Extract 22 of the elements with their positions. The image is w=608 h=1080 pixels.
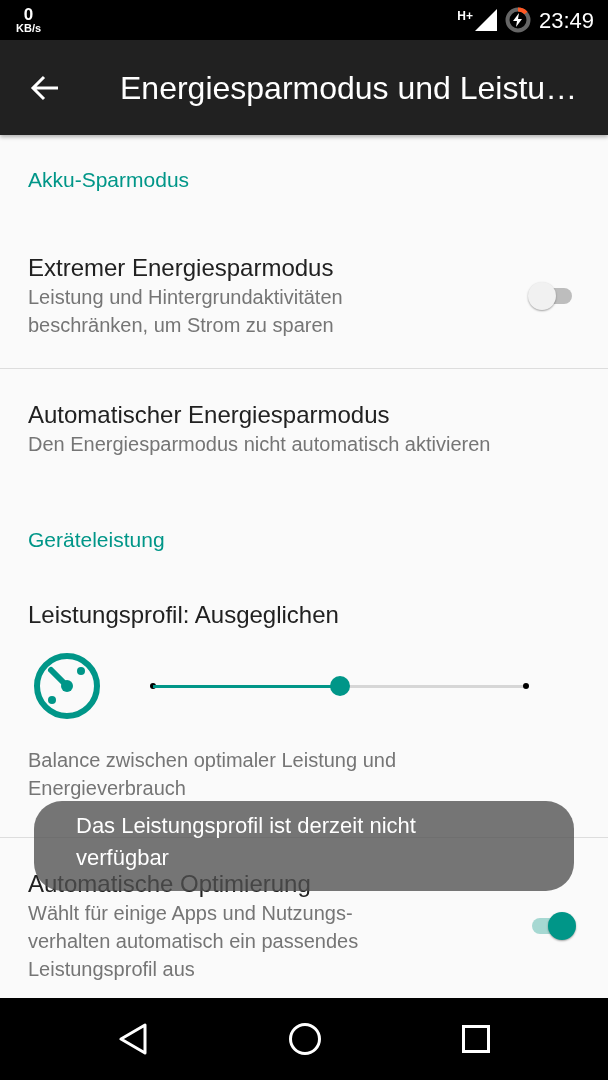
back-icon[interactable] (118, 1023, 148, 1055)
clock: 23:49 (538, 6, 594, 35)
setting-title: Extremer Energiesparmodus (28, 253, 335, 283)
recents-icon[interactable] (462, 1025, 490, 1053)
profile-slider[interactable] (153, 674, 526, 698)
setting-summary: Wählt für einige Apps und Nutzungs-verhalten automatisch ein passendes Leistungsprofil aus (28, 901, 360, 982)
network-speed-unit: KB/s (16, 23, 42, 34)
toolbar-title: Energiesparmodus und Leistu… (120, 68, 578, 108)
network-speed: 0 (22, 6, 35, 23)
battery-charging-icon (504, 7, 531, 33)
network-type: H+ (457, 9, 473, 22)
gauge-icon (33, 652, 101, 720)
home-icon[interactable] (288, 1022, 322, 1056)
setting-title: Automatischer Energiesparmodus (28, 400, 391, 430)
setting-summary: Den Energiesparmodus nicht automatisch aktivieren (28, 432, 492, 457)
setting-summary: Balance zwischen optimaler Leistung und Energieverbrauch (28, 748, 397, 801)
signal-icon (474, 9, 497, 31)
setting-title: Leistungsprofil: Ausgeglichen (28, 600, 340, 630)
section-header: Geräteleistung (27, 527, 166, 553)
setting-summary: Leistung und Hintergrundaktivitäten beschränken, um Strom zu sparen (28, 285, 344, 338)
section-header: Akku-Sparmodus (27, 167, 191, 193)
back-arrow-icon[interactable] (30, 74, 60, 101)
